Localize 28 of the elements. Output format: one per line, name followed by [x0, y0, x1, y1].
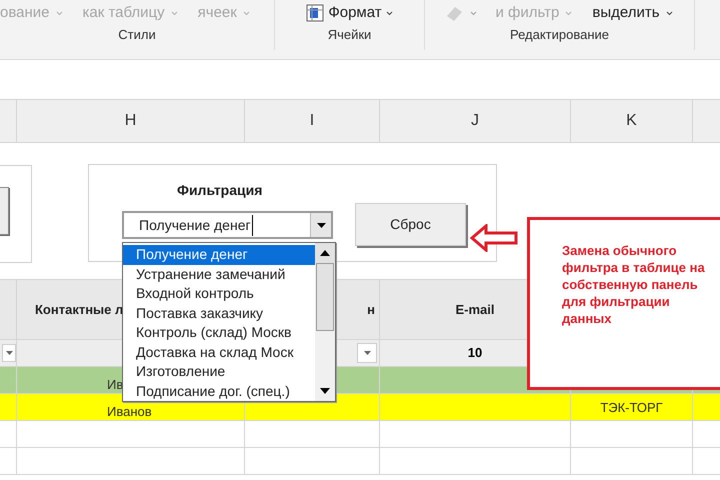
table-cell-text: 10 [468, 344, 482, 362]
column-header[interactable]: J [471, 109, 479, 133]
table-cell: Ив [107, 377, 124, 392]
table-cell: ТЭК-ТОРГ [600, 400, 663, 414]
group-label: Ячейки [328, 26, 372, 44]
combo-box[interactable]: Получение денег [122, 211, 333, 239]
table-cell: Иванов [107, 404, 152, 419]
panel-title: Фильтрация [177, 181, 262, 200]
list-option[interactable]: Получение денег [123, 245, 315, 264]
list-option[interactable]: Доставка на склад Моск [123, 342, 315, 362]
callout-text: Замена обычного фильтра в таблице на собственную панель для фильтрации данных [562, 242, 706, 327]
column-header[interactable]: H [124, 109, 136, 133]
list-option[interactable]: Контроль (склад) Москв [123, 323, 315, 342]
ribbon-button[interactable]: выделить [586, 2, 679, 24]
list-option[interactable]: Подписание дог. (спец.) [123, 382, 315, 401]
format-button[interactable]: Формат [302, 2, 397, 24]
list-option[interactable]: Входной контроль [123, 284, 315, 304]
column-title: н [367, 300, 375, 319]
reset-button[interactable]: Сброс [355, 203, 466, 246]
combo-value: Получение денег [139, 214, 253, 236]
group-label: Редактирование [510, 26, 610, 44]
list-option[interactable]: Изготовление [123, 362, 315, 382]
list-option[interactable]: Устранение замечаний [123, 264, 315, 284]
list-option[interactable]: Поставка заказчику [123, 304, 315, 323]
column-header[interactable]: I [310, 109, 314, 133]
group-label: Стили [118, 26, 156, 44]
column-title: E-mail [455, 300, 494, 319]
column-header[interactable]: K [626, 109, 637, 133]
